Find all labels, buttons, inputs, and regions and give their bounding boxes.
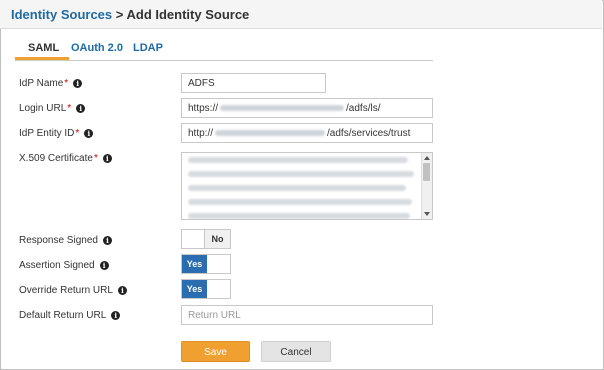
idp-name-input[interactable]: ADFS [181, 73, 326, 93]
page-title-text: Add Identity Source [126, 7, 250, 22]
required-marker: * [64, 78, 69, 89]
tab-bar: SAML OAuth 2.0 LDAP [15, 38, 433, 61]
info-circle-icon[interactable]: i [73, 79, 83, 88]
certificate-scrollbar[interactable] [421, 153, 432, 219]
entity-id-suffix: /adfs/services/trust [327, 127, 411, 139]
default-return-url-input[interactable] [181, 305, 433, 325]
cancel-button[interactable]: Cancel [261, 341, 331, 362]
redacted-host [215, 130, 326, 136]
login-url-prefix: https:// [188, 102, 219, 114]
login-url-suffix: /adfs/ls/ [346, 102, 381, 114]
idp-entity-id-input[interactable]: http:// /adfs/services/trust [181, 123, 433, 143]
redacted-certificate-text [188, 157, 416, 219]
x509-certificate-label: X.509 Certificate * i [19, 153, 112, 164]
required-marker: * [93, 153, 98, 164]
idp-name-label: IdP Name * i [19, 78, 83, 89]
assertion-signed-label: Assertion Signed i [19, 260, 109, 271]
info-circle-icon[interactable]: i [102, 154, 112, 163]
required-marker: * [75, 128, 80, 139]
info-circle-icon[interactable]: i [99, 261, 109, 270]
breadcrumb-separator: > [115, 7, 124, 22]
override-return-url-toggle[interactable]: Yes [181, 279, 231, 299]
info-circle-icon[interactable]: i [84, 129, 94, 138]
page-title: Identity Sources > Add Identity Source [11, 7, 249, 22]
breadcrumb-identity-sources-link[interactable]: Identity Sources [11, 7, 112, 22]
toggle-state-label: No [204, 230, 230, 248]
scroll-down-arrow-icon[interactable] [424, 212, 430, 216]
info-circle-icon[interactable]: i [111, 311, 121, 320]
idp-entity-id-label: IdP Entity ID * i [19, 128, 94, 139]
tab-oauth[interactable]: OAuth 2.0 [71, 42, 123, 54]
x509-certificate-textarea[interactable] [181, 152, 433, 220]
default-return-url-label: Default Return URL i [19, 310, 121, 321]
header-bar: Identity Sources > Add Identity Source [0, 0, 602, 29]
scroll-up-arrow-icon[interactable] [424, 156, 430, 160]
redacted-host [220, 105, 345, 111]
scroll-thumb[interactable] [423, 163, 430, 181]
override-return-url-label: Override Return URL i [19, 285, 127, 296]
info-circle-icon[interactable]: i [76, 104, 86, 113]
login-url-input[interactable]: https:// /adfs/ls/ [181, 98, 433, 118]
info-circle-icon[interactable]: i [102, 236, 112, 245]
assertion-signed-toggle[interactable]: Yes [181, 254, 231, 274]
info-circle-icon[interactable]: i [117, 286, 127, 295]
toggle-state-label: Yes [182, 255, 207, 273]
save-button[interactable]: Save [181, 341, 250, 362]
required-marker: * [67, 103, 72, 114]
active-tab-indicator [15, 57, 69, 60]
tab-ldap[interactable]: LDAP [133, 42, 163, 54]
toggle-state-label: Yes [182, 280, 207, 298]
response-signed-label: Response Signed i [19, 235, 112, 246]
entity-id-prefix: http:// [188, 127, 214, 139]
tab-saml[interactable]: SAML [28, 42, 59, 54]
login-url-label: Login URL * i [19, 103, 86, 114]
response-signed-toggle[interactable]: No [181, 229, 231, 249]
